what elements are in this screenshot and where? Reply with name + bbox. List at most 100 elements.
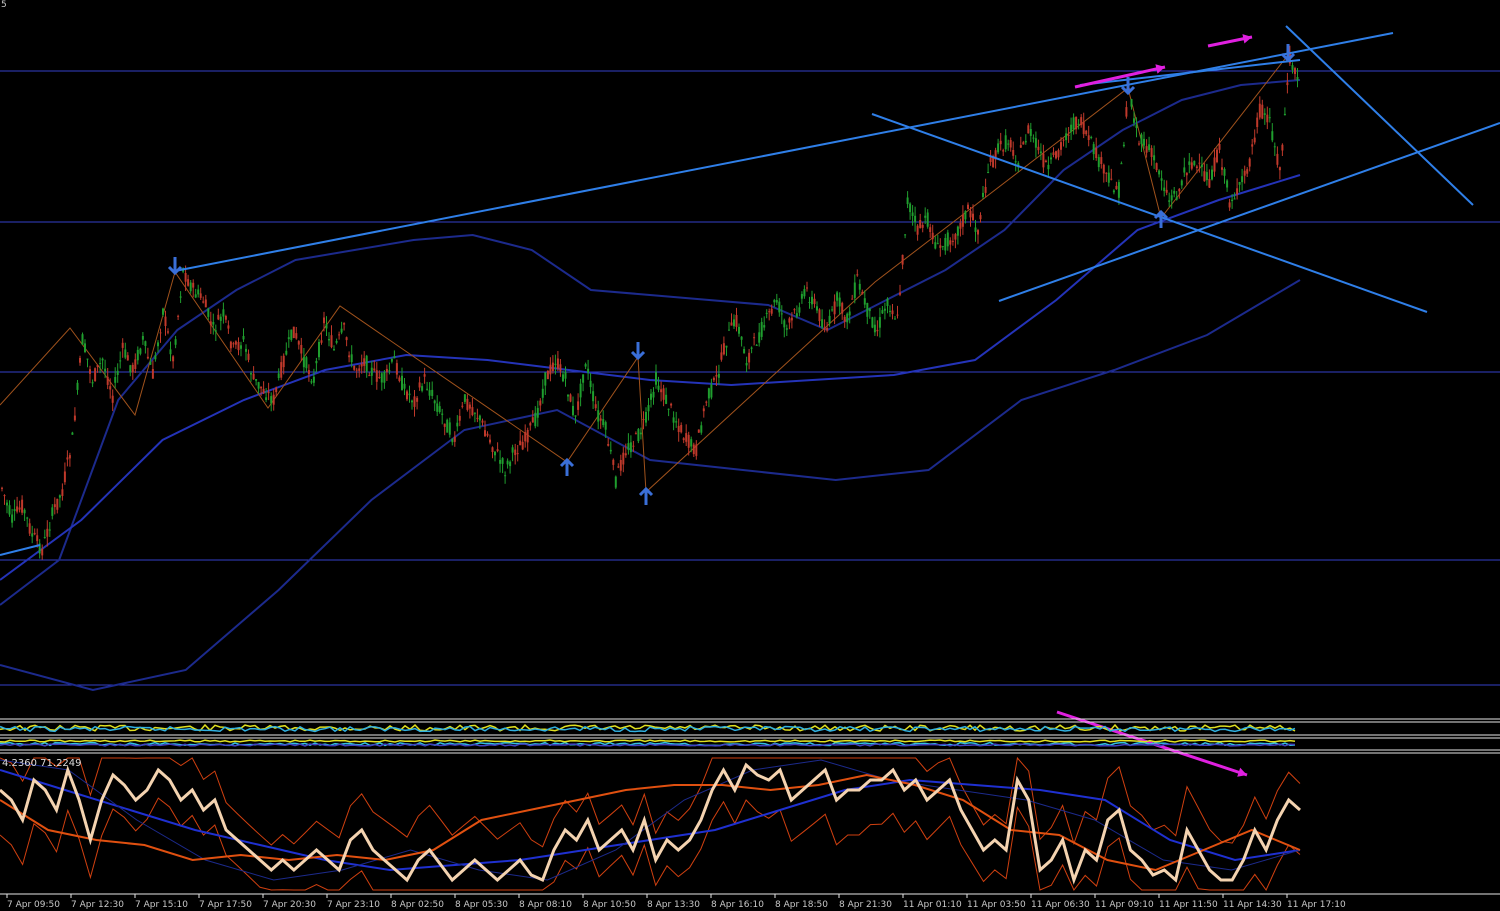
candle-body xyxy=(295,333,298,339)
candle-body xyxy=(126,355,129,361)
candle-body xyxy=(315,361,318,364)
candle-body xyxy=(129,365,132,373)
candle-body xyxy=(637,429,640,442)
candle-body xyxy=(91,382,94,384)
candle-body xyxy=(509,461,512,467)
candle-body xyxy=(828,315,831,324)
candle-body xyxy=(1173,190,1176,194)
candle-body xyxy=(715,375,718,377)
candle-body xyxy=(531,417,534,423)
candle-body xyxy=(101,358,104,361)
candle-body xyxy=(252,373,255,380)
candle-body xyxy=(224,316,227,320)
candle-body xyxy=(139,348,142,354)
candle-body xyxy=(345,337,348,341)
candle-body xyxy=(61,489,64,496)
candle-body xyxy=(18,507,21,510)
candle-body xyxy=(250,373,252,375)
candle-body xyxy=(360,363,363,367)
candle-body xyxy=(961,214,964,227)
candle-body xyxy=(1241,176,1244,183)
x-tick-label: 11 Apr 06:30 xyxy=(1031,900,1090,910)
candle-body xyxy=(851,298,854,300)
candle-body xyxy=(989,157,992,162)
candle-body xyxy=(1022,142,1025,145)
candle-body xyxy=(380,373,383,383)
candle-body xyxy=(604,422,607,430)
candle-body xyxy=(519,440,522,446)
candle-body xyxy=(909,203,912,213)
candle-body xyxy=(1223,168,1226,176)
candle-body xyxy=(330,335,333,348)
candle-body xyxy=(340,328,343,333)
candle-body xyxy=(785,328,788,330)
candle-body xyxy=(911,212,914,216)
candle-body xyxy=(584,364,587,367)
candle-body xyxy=(119,360,122,362)
candle-body xyxy=(1107,172,1110,183)
candle-body xyxy=(1148,144,1151,151)
candle-body xyxy=(1019,145,1022,148)
candle-body xyxy=(758,332,761,343)
candle-body xyxy=(1150,148,1153,157)
candle-body xyxy=(997,143,1000,153)
candle-body xyxy=(554,363,557,365)
candle-body xyxy=(967,204,969,209)
candle-body xyxy=(237,342,240,351)
candle-body xyxy=(501,458,504,464)
candle-body xyxy=(53,504,56,508)
candle-body xyxy=(735,315,738,327)
x-tick-label: 8 Apr 08:10 xyxy=(519,900,572,910)
candle-body xyxy=(1138,143,1140,145)
candle-body xyxy=(267,391,270,394)
candle-body xyxy=(823,328,826,330)
candle-body xyxy=(652,391,655,398)
candle-body xyxy=(16,506,19,512)
candle-body xyxy=(1140,134,1143,145)
candle-body xyxy=(1,487,3,489)
candle-body xyxy=(388,370,391,372)
candle-body xyxy=(722,343,725,355)
candle-body xyxy=(1291,65,1294,70)
candle-body xyxy=(946,232,949,247)
candle-body xyxy=(106,376,109,385)
x-tick-label: 7 Apr 12:30 xyxy=(71,900,124,910)
candle-body xyxy=(1029,129,1032,136)
x-tick-label: 8 Apr 18:50 xyxy=(775,900,828,910)
candle-body xyxy=(941,246,944,248)
candle-body xyxy=(177,315,180,317)
candle-body xyxy=(393,356,396,359)
candle-body xyxy=(99,363,102,364)
candle-body xyxy=(619,460,622,471)
candle-body xyxy=(899,292,901,295)
candle-body xyxy=(720,352,723,360)
candle-body xyxy=(614,476,617,488)
candle-body xyxy=(84,343,86,352)
candle-body xyxy=(836,292,839,301)
candle-body xyxy=(806,287,808,289)
candle-body xyxy=(385,368,388,372)
candle-body xyxy=(8,505,11,515)
candle-body xyxy=(1251,144,1254,147)
candle-body xyxy=(891,310,894,315)
candle-body xyxy=(770,308,773,314)
candle-body xyxy=(1195,166,1198,168)
candle-body xyxy=(234,341,237,345)
candle-body xyxy=(690,439,693,447)
candle-body xyxy=(607,444,610,446)
candle-body xyxy=(929,227,932,232)
candle-body xyxy=(1014,161,1017,163)
candle-body xyxy=(1037,146,1040,151)
candle-body xyxy=(559,364,562,372)
candle-body xyxy=(964,211,967,220)
candle-body xyxy=(146,356,149,359)
candle-body xyxy=(270,396,273,404)
candle-body xyxy=(1032,137,1035,139)
candle-body xyxy=(838,297,841,307)
candle-body xyxy=(1065,133,1068,141)
candle-body xyxy=(124,349,127,358)
candle-body xyxy=(436,403,439,412)
candle-body xyxy=(665,394,668,404)
candle-body xyxy=(468,404,471,409)
candle-body xyxy=(81,334,84,345)
